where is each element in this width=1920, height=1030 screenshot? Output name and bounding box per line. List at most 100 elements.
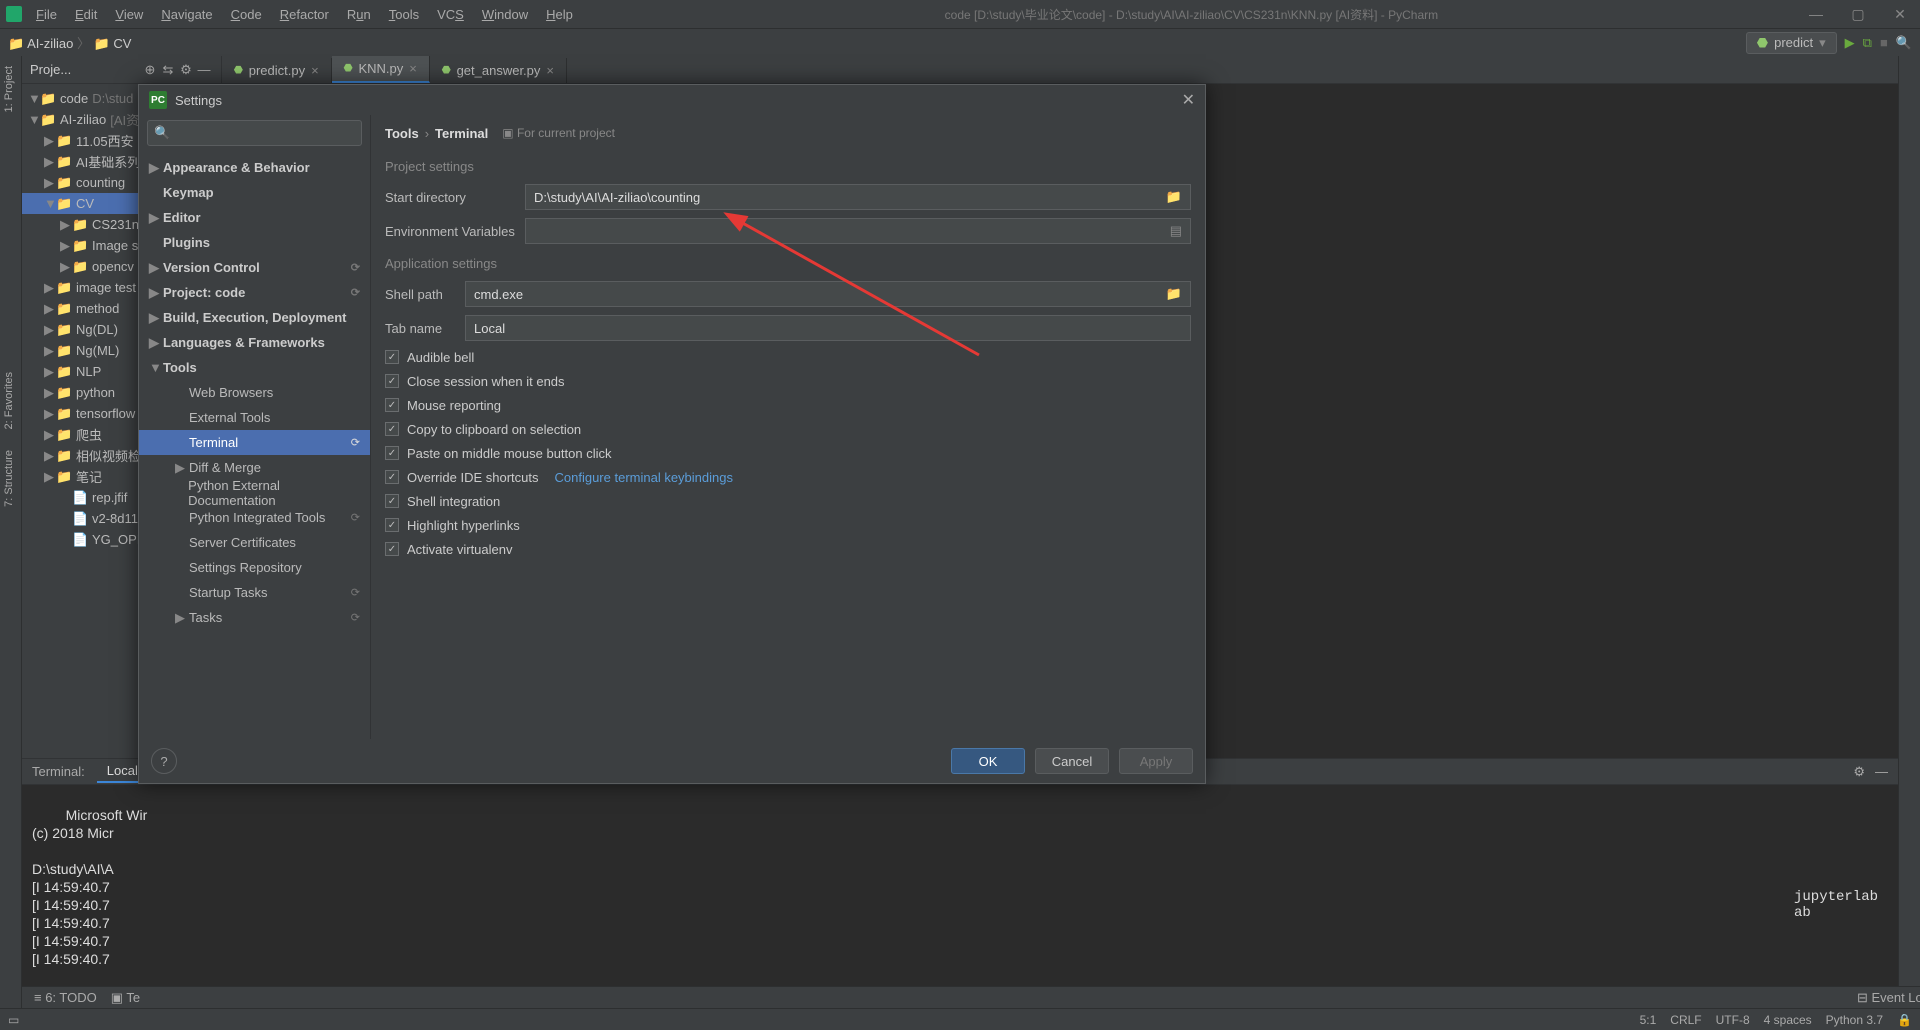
menu-edit[interactable]: Edit <box>67 4 105 25</box>
maximize-button[interactable]: ▢ <box>1844 6 1872 23</box>
status-line-ending[interactable]: CRLF <box>1670 1013 1701 1027</box>
status-icon[interactable]: ▭ <box>8 1013 19 1027</box>
tool-tab-project[interactable]: 1: Project <box>0 56 18 122</box>
status-encoding[interactable]: UTF-8 <box>1716 1013 1750 1027</box>
checkbox-icon[interactable]: ✓ <box>385 542 399 556</box>
close-tab-icon[interactable]: × <box>546 63 554 78</box>
status-python[interactable]: Python 3.7 <box>1826 1013 1883 1027</box>
settings-subcategory[interactable]: Terminal⟳ <box>139 430 370 455</box>
close-button[interactable]: ✕ <box>1886 6 1914 23</box>
tool-tab-favorites[interactable]: 2: Favorites <box>0 362 18 439</box>
input-env-vars[interactable]: ▤ <box>525 218 1191 244</box>
cancel-button[interactable]: Cancel <box>1035 748 1109 774</box>
close-tab-icon[interactable]: × <box>409 61 417 76</box>
settings-category[interactable]: ▶Build, Execution, Deployment <box>139 305 370 330</box>
menu-view[interactable]: View <box>107 4 151 25</box>
title-bar: FFileile Edit View Navigate Code Refacto… <box>0 0 1920 28</box>
project-target-icon[interactable]: ⊕ <box>141 62 159 78</box>
settings-category[interactable]: Keymap <box>139 180 370 205</box>
dialog-close-icon[interactable]: ✕ <box>1182 90 1195 110</box>
label-tab-name: Tab name <box>385 321 465 336</box>
checkbox-icon[interactable]: ✓ <box>385 374 399 388</box>
menu-window[interactable]: Window <box>474 4 536 25</box>
tool-tab-todo[interactable]: ≡ 6: TODO <box>34 990 97 1005</box>
settings-subcategory[interactable]: Python External Documentation <box>139 480 370 505</box>
project-hide-icon[interactable]: — <box>195 62 213 77</box>
menu-run[interactable]: Run <box>339 4 379 25</box>
browse-icon[interactable]: 📁 <box>1166 189 1182 205</box>
settings-search-input[interactable]: 🔍 <box>147 120 362 146</box>
checkbox-icon[interactable]: ✓ <box>385 350 399 364</box>
status-indent[interactable]: 4 spaces <box>1764 1013 1812 1027</box>
settings-subcategory[interactable]: ▶Tasks⟳ <box>139 605 370 630</box>
terminal-tool-window: Terminal: Local + ⚙ — Microsoft Wir (c) … <box>22 758 1898 1008</box>
checkbox-row[interactable]: ✓Audible bell <box>385 345 1191 369</box>
menu-refactor[interactable]: Refactor <box>272 4 337 25</box>
input-shell-path[interactable]: cmd.exe📁 <box>465 281 1191 307</box>
checkbox-row[interactable]: ✓Shell integration <box>385 489 1191 513</box>
checkbox-icon[interactable]: ✓ <box>385 446 399 460</box>
run-config-selector[interactable]: ⬣ predict ▾ <box>1746 32 1837 54</box>
checkbox-row[interactable]: ✓Mouse reporting <box>385 393 1191 417</box>
terminal-output[interactable]: Microsoft Wir (c) 2018 Micr D:\study\AI\… <box>22 785 1898 991</box>
menu-navigate[interactable]: Navigate <box>153 4 220 25</box>
tool-tab-structure[interactable]: 7: Structure <box>0 440 18 517</box>
editor-tab[interactable]: ⬣get_answer.py× <box>430 58 567 83</box>
env-edit-icon[interactable]: ▤ <box>1170 223 1182 239</box>
settings-category[interactable]: ▶Project: code⟳ <box>139 280 370 305</box>
stop-button[interactable]: ■ <box>1880 35 1888 50</box>
input-start-directory[interactable]: D:\study\AI\AI-ziliao\counting📁 <box>525 184 1191 210</box>
terminal-settings-icon[interactable]: ⚙ <box>1853 764 1865 780</box>
checkbox-row[interactable]: ✓Override IDE shortcutsConfigure termina… <box>385 465 1191 489</box>
editor-tab[interactable]: ⬣predict.py× <box>222 58 332 83</box>
checkbox-row[interactable]: ✓Close session when it ends <box>385 369 1191 393</box>
debug-button[interactable]: ⧉ <box>1863 35 1872 51</box>
menu-tools[interactable]: Tools <box>381 4 427 25</box>
settings-category[interactable]: ▼Tools <box>139 355 370 380</box>
minimize-button[interactable]: — <box>1802 6 1830 23</box>
checkbox-icon[interactable]: ✓ <box>385 470 399 484</box>
status-caret-pos[interactable]: 5:1 <box>1640 1013 1657 1027</box>
settings-subcategory[interactable]: Python Integrated Tools⟳ <box>139 505 370 530</box>
settings-category[interactable]: Plugins <box>139 230 370 255</box>
tool-tab-eventlog[interactable]: ⊟ Event Log <box>1857 990 1920 1006</box>
checkbox-row[interactable]: ✓Copy to clipboard on selection <box>385 417 1191 441</box>
help-button[interactable]: ? <box>151 748 177 774</box>
menu-file[interactable]: FFileile <box>28 4 65 25</box>
menu-code[interactable]: Code <box>223 4 270 25</box>
breadcrumb[interactable]: 📁 AI-ziliao 〉 📁 CV <box>8 33 131 52</box>
settings-subcategory[interactable]: ▶Diff & Merge <box>139 455 370 480</box>
run-button[interactable]: ▶ <box>1845 35 1855 51</box>
checkbox-icon[interactable]: ✓ <box>385 494 399 508</box>
checkbox-icon[interactable]: ✓ <box>385 422 399 436</box>
menu-vcs[interactable]: VCS <box>429 4 472 25</box>
settings-category[interactable]: ▶Version Control⟳ <box>139 255 370 280</box>
settings-subcategory[interactable]: Server Certificates <box>139 530 370 555</box>
tool-tab-terminal[interactable]: ▣ Te <box>111 990 140 1006</box>
search-everywhere-icon[interactable]: 🔍 <box>1896 35 1912 51</box>
settings-category[interactable]: ▶Appearance & Behavior <box>139 155 370 180</box>
menu-help[interactable]: Help <box>538 4 581 25</box>
settings-subcategory[interactable]: Startup Tasks⟳ <box>139 580 370 605</box>
settings-subcategory[interactable]: Settings Repository <box>139 555 370 580</box>
ok-button[interactable]: OK <box>951 748 1025 774</box>
editor-tab[interactable]: ⬣KNN.py× <box>332 56 430 83</box>
project-collapse-icon[interactable]: ⇆ <box>159 62 177 78</box>
terminal-hide-icon[interactable]: — <box>1875 764 1888 780</box>
apply-button[interactable]: Apply <box>1119 748 1193 774</box>
status-lock-icon[interactable]: 🔒 <box>1897 1013 1912 1027</box>
settings-category[interactable]: ▶Editor <box>139 205 370 230</box>
checkbox-icon[interactable]: ✓ <box>385 398 399 412</box>
browse-icon-2[interactable]: 📁 <box>1166 286 1182 302</box>
settings-category[interactable]: ▶Languages & Frameworks <box>139 330 370 355</box>
checkbox-row[interactable]: ✓Paste on middle mouse button click <box>385 441 1191 465</box>
close-tab-icon[interactable]: × <box>311 63 319 78</box>
input-tab-name[interactable]: Local <box>465 315 1191 341</box>
checkbox-icon[interactable]: ✓ <box>385 518 399 532</box>
checkbox-row[interactable]: ✓Activate virtualenv <box>385 537 1191 561</box>
settings-subcategory[interactable]: External Tools <box>139 405 370 430</box>
project-settings-icon[interactable]: ⚙ <box>177 62 195 78</box>
settings-subcategory[interactable]: Web Browsers <box>139 380 370 405</box>
configure-link[interactable]: Configure terminal keybindings <box>555 470 733 485</box>
checkbox-row[interactable]: ✓Highlight hyperlinks <box>385 513 1191 537</box>
